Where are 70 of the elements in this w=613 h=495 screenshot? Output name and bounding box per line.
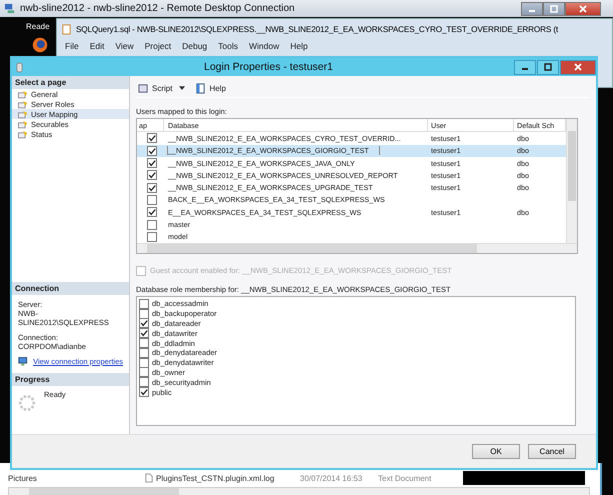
scroll-bar[interactable] [566,119,577,243]
section-header: Connection [12,282,129,295]
menu-item[interactable]: View [115,41,134,51]
spinner-icon [18,394,36,412]
window-title: nwb-sline2012 - nwb-sline2012 - Remote Desktop Connection [20,3,296,14]
checkbox[interactable] [146,207,156,218]
page-icon [18,100,28,108]
checkbox[interactable] [146,182,156,193]
ok-button[interactable]: OK [472,444,520,459]
close-button[interactable] [565,2,601,16]
computer-icon [4,3,15,14]
checkbox[interactable] [139,377,149,388]
checkbox[interactable] [139,348,149,358]
checkbox[interactable] [139,298,149,309]
document-icon [61,24,72,34]
database-icon [16,62,23,72]
file-icon [145,473,153,483]
desktop-icon-label: Reade [26,22,50,31]
maximize-icon [543,62,553,72]
checkbox[interactable] [146,232,156,242]
help-icon [195,82,206,94]
dialog-title: Login Properties - testuser1 [203,61,334,73]
checkbox[interactable] [139,318,149,328]
checkbox[interactable] [139,328,149,338]
checkbox[interactable] [146,158,156,168]
menu-item[interactable]: Project [144,41,172,51]
window-title: SQLQuery1.sql - NWB-SLINE2012\SQLEXPRESS.__NWB_SLINE2012_E_EA_WORKSPACES_CYRO_TEST_OVERRIDE_ERRORS (t [76,24,558,34]
section-header: Select a page [12,76,129,89]
scroll-bar[interactable] [8,487,590,495]
close-button[interactable] [560,60,596,74]
minimize-button[interactable] [521,2,543,16]
checkbox[interactable] [139,358,149,368]
maximize-icon [549,4,559,14]
menu-item[interactable]: Help [290,41,308,51]
checkbox[interactable] [146,194,156,205]
file-name[interactable]: PluginsTest_CSTN.plugin.xml.log [156,474,274,482]
page-icon [18,120,28,128]
maximize-button[interactable] [543,2,565,16]
help-button[interactable]: Help [193,82,228,94]
menu-item[interactable]: Edit [90,41,104,51]
checkbox[interactable] [139,308,149,319]
checkbox[interactable] [139,387,149,398]
menu-item[interactable]: Debug [182,41,208,51]
minimize-button[interactable] [514,60,536,74]
menu-item[interactable]: File [65,41,79,51]
maximize-button[interactable] [537,60,559,74]
page-icon [18,90,28,98]
scroll-bar[interactable] [137,242,577,253]
close-icon [578,4,588,14]
checkbox[interactable] [146,146,156,156]
script-icon [138,82,149,94]
menu-item[interactable]: Tools [218,41,238,51]
file-type: Text Document [378,474,432,482]
cancel-button[interactable]: Cancel [528,444,576,459]
caret-icon [179,86,186,90]
close-icon [573,62,583,72]
file-date: 30/07/2014 16:53 [300,474,364,482]
menu-item[interactable]: Window [249,41,280,51]
page-icon [18,130,28,138]
checkbox[interactable] [146,170,156,180]
folder-label[interactable]: Pictures [0,474,145,482]
page-icon [18,110,28,118]
section-header: Progress [12,373,129,386]
checkbox[interactable] [139,338,149,348]
checkbox[interactable] [146,220,156,230]
checkbox[interactable] [139,367,149,378]
script-button[interactable]: Script [136,82,188,94]
globe-icon[interactable] [32,37,48,53]
monitor-icon [18,356,30,367]
checkbox[interactable] [146,133,156,144]
